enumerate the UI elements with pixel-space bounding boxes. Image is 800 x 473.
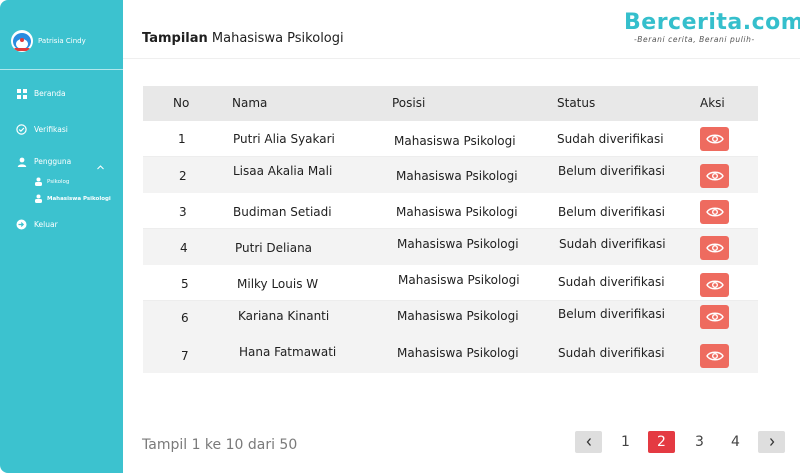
eye-icon xyxy=(705,243,724,253)
cell-posisi: Mahasiswa Psikologi xyxy=(396,205,518,219)
column-header-aksi: Aksi xyxy=(700,96,725,110)
column-header-no: No xyxy=(173,96,190,110)
cell-posisi: Mahasiswa Psikologi xyxy=(397,309,519,323)
table-header: No Nama Posisi Status Aksi xyxy=(143,86,758,121)
cell-status: Sudah diverifikasi xyxy=(558,346,665,360)
cell-status: Belum diverifikasi xyxy=(558,205,665,219)
page-title-bold: Tampilan xyxy=(142,31,208,46)
eye-icon xyxy=(705,171,724,181)
cell-nama: Hana Fatmawati xyxy=(239,345,337,359)
chevron-up-icon[interactable] xyxy=(96,157,105,170)
page-3-button[interactable]: 3 xyxy=(686,431,713,453)
user-group-icon xyxy=(34,194,43,203)
cell-nama: Lisaa Akalia Mali xyxy=(233,164,333,178)
column-header-nama: Nama xyxy=(232,96,268,110)
cell-posisi: Mahasiswa Psikologi xyxy=(397,346,519,360)
check-circle-icon xyxy=(16,124,27,135)
page-title: Tampilan Mahasiswa Psikologi xyxy=(142,31,344,46)
cell-nama: Kariana Kinanti xyxy=(238,309,330,323)
cell-no: 5 xyxy=(181,277,189,291)
view-button[interactable] xyxy=(700,200,729,224)
sidebar-subitem-mahasiswa-psikologi[interactable]: Mahasiswa Psikologi xyxy=(34,194,111,203)
sidebar-item-beranda[interactable]: Beranda xyxy=(16,88,66,99)
sidebar-item-label: Verifikasi xyxy=(34,125,68,134)
cell-no: 6 xyxy=(181,311,189,325)
cell-nama: Budiman Setiadi xyxy=(233,205,332,219)
user-group-icon xyxy=(34,177,43,186)
dashboard-icon xyxy=(16,88,27,99)
cell-nama: Milky Louis W xyxy=(237,277,319,291)
column-header-status: Status xyxy=(557,96,596,110)
avatar xyxy=(11,30,33,52)
sidebar-item-label: Pengguna xyxy=(34,157,72,166)
cell-status: Belum diverifikasi xyxy=(558,307,665,321)
header-divider xyxy=(123,58,800,59)
student-table: No Nama Posisi Status Aksi 1 Putri Alia … xyxy=(143,86,758,373)
cell-posisi: Mahasiswa Psikologi xyxy=(398,273,520,287)
view-button[interactable] xyxy=(700,236,729,260)
cell-no: 4 xyxy=(180,241,188,255)
chevron-left-icon xyxy=(586,438,591,446)
cell-posisi: Mahasiswa Psikologi xyxy=(397,237,519,251)
brand-logo: Bercerita.com -Berani cerita, Berani pul… xyxy=(624,10,800,46)
eye-icon xyxy=(705,134,724,144)
cell-posisi: Mahasiswa Psikologi xyxy=(396,169,518,183)
table-row: 1 Putri Alia Syakari Mahasiswa Psikologi… xyxy=(143,121,758,157)
sidebar-item-pengguna[interactable]: Pengguna xyxy=(16,156,71,167)
brand-tagline: -Berani cerita, Berani pulih- xyxy=(634,35,755,44)
cell-no: 1 xyxy=(178,132,186,146)
user-icon xyxy=(16,156,27,167)
cell-nama: Putri Deliana xyxy=(235,241,313,255)
column-header-posisi: Posisi xyxy=(392,96,426,110)
profile-name: Patrisia Cindy xyxy=(38,37,86,45)
cell-status: Sudah diverifikasi xyxy=(559,237,666,251)
view-button[interactable] xyxy=(700,305,729,329)
cell-no: 3 xyxy=(179,205,187,219)
page-2-button[interactable]: 2 xyxy=(648,431,675,453)
cell-no: 7 xyxy=(181,349,189,363)
cell-status: Sudah diverifikasi xyxy=(557,132,664,146)
page-1-button[interactable]: 1 xyxy=(612,431,639,453)
profile: Patrisia Cindy xyxy=(0,0,123,70)
view-button[interactable] xyxy=(700,273,729,297)
sidebar-item-label: Keluar xyxy=(34,220,58,229)
table-row: 2 Lisaa Akalia Mali Mahasiswa Psikologi … xyxy=(143,157,758,193)
table-row: 4 Putri Deliana Mahasiswa Psikologi Suda… xyxy=(143,229,758,265)
eye-icon xyxy=(705,312,724,322)
table-row: 7 Hana Fatmawati Mahasiswa Psikologi Sud… xyxy=(143,337,758,373)
sidebar-item-keluar[interactable]: Keluar xyxy=(16,219,58,230)
sidebar-subitem-psikolog[interactable]: Psikolog xyxy=(34,177,69,186)
eye-icon xyxy=(705,207,724,217)
sidebar: Patrisia Cindy Beranda Verifikasi Penggu… xyxy=(0,0,123,473)
view-button[interactable] xyxy=(700,127,729,151)
table-row: 3 Budiman Setiadi Mahasiswa Psikologi Be… xyxy=(143,193,758,229)
cell-status: Belum diverifikasi xyxy=(558,164,665,178)
cell-posisi: Mahasiswa Psikologi xyxy=(394,134,516,148)
sidebar-subitem-label: Psikolog xyxy=(47,178,70,185)
next-page-button[interactable] xyxy=(758,431,785,453)
view-button[interactable] xyxy=(700,344,729,368)
sidebar-item-verifikasi[interactable]: Verifikasi xyxy=(16,124,68,135)
cell-nama: Putri Alia Syakari xyxy=(233,132,335,146)
table-row: 5 Milky Louis W Mahasiswa Psikologi Suda… xyxy=(143,265,758,301)
view-button[interactable] xyxy=(700,164,729,188)
logout-icon xyxy=(16,219,27,230)
pagination-summary: Tampil 1 ke 10 dari 50 xyxy=(142,437,298,453)
cell-status: Sudah diverifikasi xyxy=(558,275,665,289)
table-row: 6 Kariana Kinanti Mahasiswa Psikologi Be… xyxy=(143,301,758,337)
prev-page-button[interactable] xyxy=(575,431,602,453)
sidebar-item-label: Beranda xyxy=(34,89,66,98)
sidebar-subitem-label: Mahasiswa Psikologi xyxy=(47,195,111,202)
eye-icon xyxy=(705,351,724,361)
cell-no: 2 xyxy=(179,169,187,183)
brand-name: Bercerita.com xyxy=(624,10,800,35)
eye-icon xyxy=(705,280,724,290)
chevron-right-icon xyxy=(769,438,774,446)
page-title-rest: Mahasiswa Psikologi xyxy=(207,31,344,46)
page-4-button[interactable]: 4 xyxy=(722,431,749,453)
